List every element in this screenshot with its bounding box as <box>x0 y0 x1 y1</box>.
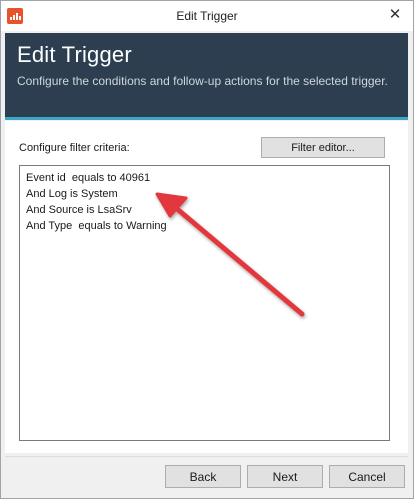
criteria-line: And Log is System <box>26 188 118 200</box>
criteria-line: Event id equals to 40961 <box>26 172 151 184</box>
header-title: Edit Trigger <box>17 42 132 67</box>
footer-bar: Back Next Cancel <box>5 456 408 495</box>
filter-criteria-box[interactable]: Event id equals to 40961 And Log is Syst… <box>19 165 390 441</box>
filter-editor-button[interactable]: Filter editor... <box>261 137 385 158</box>
edit-trigger-window: Edit Trigger ✕ Edit Trigger Configure th… <box>0 0 414 499</box>
cancel-button[interactable]: Cancel <box>329 465 405 488</box>
criteria-line: And Type equals to Warning <box>26 220 167 232</box>
title-bar[interactable]: Edit Trigger ✕ <box>1 1 413 31</box>
close-icon[interactable]: ✕ <box>387 7 403 23</box>
criteria-line: And Source is LsaSrv <box>26 204 132 216</box>
window-title: Edit Trigger <box>176 9 238 23</box>
header-description: Configure the conditions and follow-up a… <box>17 74 388 88</box>
next-button[interactable]: Next <box>247 465 323 488</box>
header-banner: Edit Trigger Configure the conditions an… <box>5 33 408 120</box>
back-button[interactable]: Back <box>165 465 241 488</box>
content-panel: Configure filter criteria: Filter editor… <box>5 121 408 453</box>
filter-criteria-label: Configure filter criteria: <box>19 142 130 154</box>
